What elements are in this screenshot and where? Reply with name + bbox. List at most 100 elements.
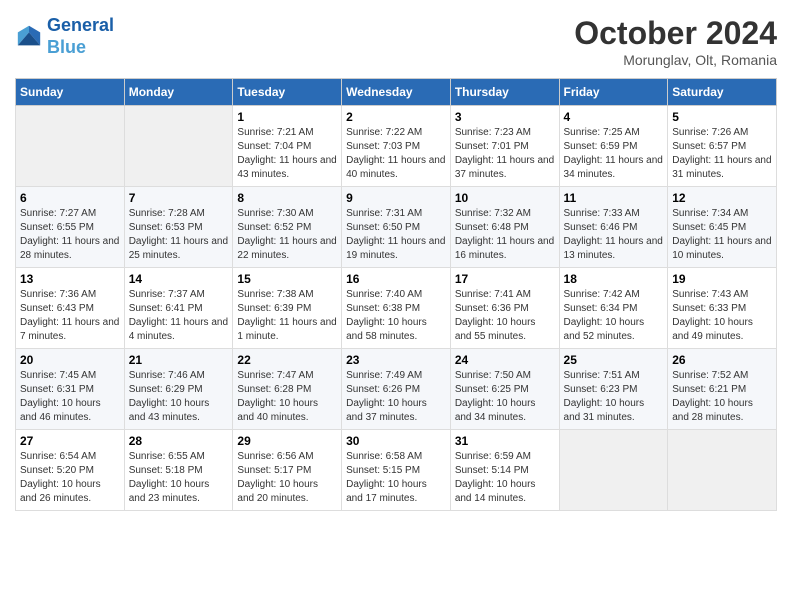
day-info: Sunrise: 7:36 AM Sunset: 6:43 PM Dayligh… [20,288,120,344]
calendar-cell: 25 Sunrise: 7:51 AM Sunset: 6:23 PM Dayli… [559,349,668,430]
day-info: Sunrise: 7:42 AM Sunset: 6:34 PM Dayligh… [564,288,664,344]
day-info: Sunrise: 6:55 AM Sunset: 5:18 PM Dayligh… [129,450,229,506]
logo-line1: General [47,15,114,35]
day-number: 23 [346,353,446,367]
day-info: Sunrise: 7:32 AM Sunset: 6:48 PM Dayligh… [455,207,555,263]
weekday-header-thursday: Thursday [450,79,559,106]
calendar-cell: 19 Sunrise: 7:43 AM Sunset: 6:33 PM Dayli… [668,268,777,349]
calendar-week-row: 1 Sunrise: 7:21 AM Sunset: 7:04 PM Daylig… [16,106,777,187]
day-info: Sunrise: 7:41 AM Sunset: 6:36 PM Dayligh… [455,288,555,344]
weekday-header-row: SundayMondayTuesdayWednesdayThursdayFrid… [16,79,777,106]
day-info: Sunrise: 7:52 AM Sunset: 6:21 PM Dayligh… [672,369,772,425]
day-number: 24 [455,353,555,367]
weekday-header-friday: Friday [559,79,668,106]
day-number: 9 [346,191,446,205]
day-info: Sunrise: 7:37 AM Sunset: 6:41 PM Dayligh… [129,288,229,344]
day-info: Sunrise: 7:51 AM Sunset: 6:23 PM Dayligh… [564,369,664,425]
day-info: Sunrise: 7:31 AM Sunset: 6:50 PM Dayligh… [346,207,446,263]
day-info: Sunrise: 7:38 AM Sunset: 6:39 PM Dayligh… [237,288,337,344]
weekday-header-tuesday: Tuesday [233,79,342,106]
calendar-header: SundayMondayTuesdayWednesdayThursdayFrid… [16,79,777,106]
calendar-cell: 9 Sunrise: 7:31 AM Sunset: 6:50 PM Daylig… [342,187,451,268]
title-block: October 2024 Morunglav, Olt, Romania [574,15,777,68]
day-number: 13 [20,272,120,286]
calendar-cell: 29Sunrise: 6:56 AM Sunset: 5:17 PM Dayli… [233,430,342,511]
logo-icon [15,23,43,51]
day-number: 8 [237,191,337,205]
calendar-cell: 7Sunrise: 7:28 AM Sunset: 6:53 PM Daylig… [124,187,233,268]
calendar-cell: 13 Sunrise: 7:36 AM Sunset: 6:43 PM Dayli… [16,268,125,349]
calendar-cell: 6 Sunrise: 7:27 AM Sunset: 6:55 PM Daylig… [16,187,125,268]
day-number: 11 [564,191,664,205]
day-number: 10 [455,191,555,205]
calendar-cell [16,106,125,187]
calendar-cell: 12Sunrise: 7:34 AM Sunset: 6:45 PM Dayli… [668,187,777,268]
calendar-cell: 28Sunrise: 6:55 AM Sunset: 5:18 PM Dayli… [124,430,233,511]
calendar-cell: 24 Sunrise: 7:50 AM Sunset: 6:25 PM Dayli… [450,349,559,430]
calendar-cell: 11 Sunrise: 7:33 AM Sunset: 6:46 PM Dayli… [559,187,668,268]
location: Morunglav, Olt, Romania [574,52,777,68]
calendar-week-row: 6 Sunrise: 7:27 AM Sunset: 6:55 PM Daylig… [16,187,777,268]
calendar-cell: 18 Sunrise: 7:42 AM Sunset: 6:34 PM Dayli… [559,268,668,349]
day-number: 20 [20,353,120,367]
weekday-header-sunday: Sunday [16,79,125,106]
calendar-cell [559,430,668,511]
calendar-cell: 22Sunrise: 7:47 AM Sunset: 6:28 PM Dayli… [233,349,342,430]
day-number: 30 [346,434,446,448]
day-info: Sunrise: 7:25 AM Sunset: 6:59 PM Dayligh… [564,126,664,182]
day-number: 22 [237,353,337,367]
calendar-week-row: 27 Sunrise: 6:54 AM Sunset: 5:20 PM Dayli… [16,430,777,511]
day-number: 15 [237,272,337,286]
calendar-cell: 31 Sunrise: 6:59 AM Sunset: 5:14 PM Dayli… [450,430,559,511]
day-number: 27 [20,434,120,448]
day-number: 25 [564,353,664,367]
day-info: Sunrise: 7:26 AM Sunset: 6:57 PM Dayligh… [672,126,772,182]
day-info: Sunrise: 6:58 AM Sunset: 5:15 PM Dayligh… [346,450,446,506]
day-number: 4 [564,110,664,124]
calendar-cell: 16Sunrise: 7:40 AM Sunset: 6:38 PM Dayli… [342,268,451,349]
calendar-cell: 4 Sunrise: 7:25 AM Sunset: 6:59 PM Daylig… [559,106,668,187]
day-info: Sunrise: 6:59 AM Sunset: 5:14 PM Dayligh… [455,450,555,506]
day-info: Sunrise: 7:45 AM Sunset: 6:31 PM Dayligh… [20,369,120,425]
day-number: 3 [455,110,555,124]
calendar-body: 1 Sunrise: 7:21 AM Sunset: 7:04 PM Daylig… [16,106,777,511]
day-number: 18 [564,272,664,286]
day-info: Sunrise: 7:34 AM Sunset: 6:45 PM Dayligh… [672,207,772,263]
day-number: 31 [455,434,555,448]
month-title: October 2024 [574,15,777,52]
day-info: Sunrise: 7:46 AM Sunset: 6:29 PM Dayligh… [129,369,229,425]
day-number: 26 [672,353,772,367]
calendar-cell: 27 Sunrise: 6:54 AM Sunset: 5:20 PM Dayli… [16,430,125,511]
calendar-cell: 15 Sunrise: 7:38 AM Sunset: 6:39 PM Dayli… [233,268,342,349]
calendar-cell: 8 Sunrise: 7:30 AM Sunset: 6:52 PM Daylig… [233,187,342,268]
day-info: Sunrise: 7:43 AM Sunset: 6:33 PM Dayligh… [672,288,772,344]
weekday-header-wednesday: Wednesday [342,79,451,106]
day-number: 5 [672,110,772,124]
day-number: 16 [346,272,446,286]
day-info: Sunrise: 7:33 AM Sunset: 6:46 PM Dayligh… [564,207,664,263]
calendar-table: SundayMondayTuesdayWednesdayThursdayFrid… [15,78,777,511]
calendar-cell: 10 Sunrise: 7:32 AM Sunset: 6:48 PM Dayli… [450,187,559,268]
calendar-cell: 3 Sunrise: 7:23 AM Sunset: 7:01 PM Daylig… [450,106,559,187]
weekday-header-monday: Monday [124,79,233,106]
calendar-cell: 1 Sunrise: 7:21 AM Sunset: 7:04 PM Daylig… [233,106,342,187]
logo: General Blue [15,15,114,58]
day-info: Sunrise: 7:21 AM Sunset: 7:04 PM Dayligh… [237,126,337,182]
page-header: General Blue October 2024 Morunglav, Olt… [15,15,777,68]
day-number: 2 [346,110,446,124]
calendar-cell: 2Sunrise: 7:22 AM Sunset: 7:03 PM Daylig… [342,106,451,187]
day-info: Sunrise: 7:49 AM Sunset: 6:26 PM Dayligh… [346,369,446,425]
day-number: 1 [237,110,337,124]
calendar-cell: 17Sunrise: 7:41 AM Sunset: 6:36 PM Dayli… [450,268,559,349]
calendar-cell: 14Sunrise: 7:37 AM Sunset: 6:41 PM Dayli… [124,268,233,349]
day-number: 19 [672,272,772,286]
day-info: Sunrise: 6:54 AM Sunset: 5:20 PM Dayligh… [20,450,120,506]
day-info: Sunrise: 7:27 AM Sunset: 6:55 PM Dayligh… [20,207,120,263]
day-info: Sunrise: 7:50 AM Sunset: 6:25 PM Dayligh… [455,369,555,425]
calendar-cell [124,106,233,187]
logo-line2: Blue [47,37,86,57]
day-info: Sunrise: 7:30 AM Sunset: 6:52 PM Dayligh… [237,207,337,263]
day-info: Sunrise: 7:23 AM Sunset: 7:01 PM Dayligh… [455,126,555,182]
day-number: 6 [20,191,120,205]
day-info: Sunrise: 7:28 AM Sunset: 6:53 PM Dayligh… [129,207,229,263]
